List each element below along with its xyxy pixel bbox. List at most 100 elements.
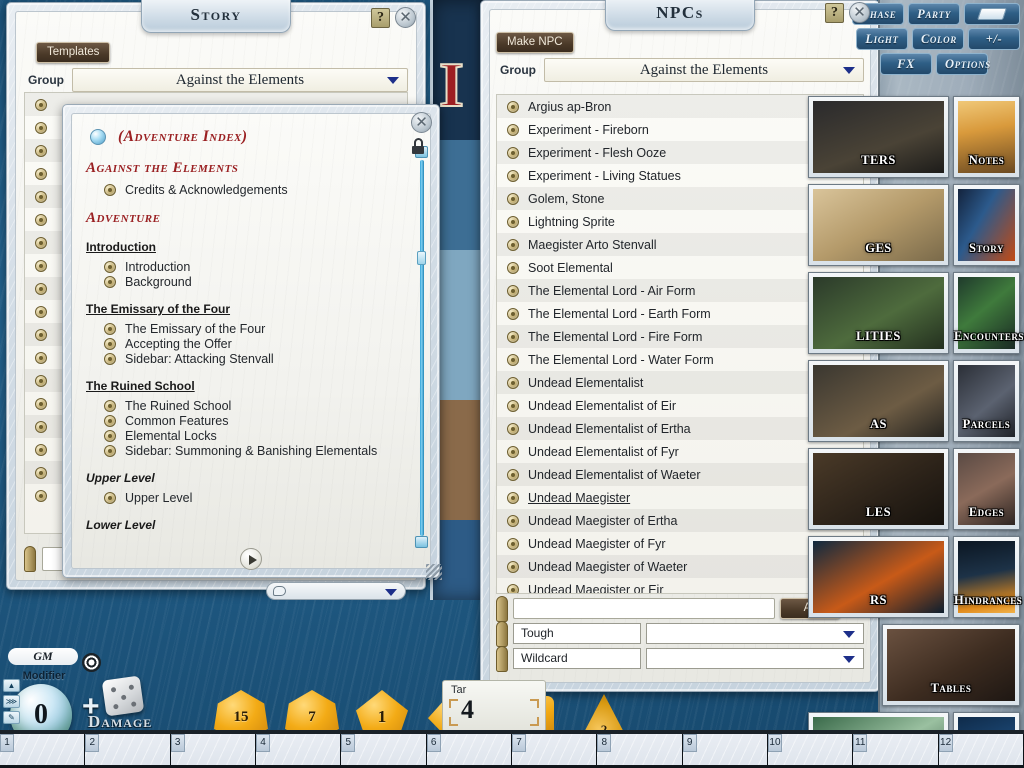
index-link-item[interactable]: The Emissary of the Four bbox=[104, 322, 406, 336]
index-link-item[interactable]: Sidebar: Attacking Stenvall bbox=[104, 352, 406, 366]
sidebar-tile-notes[interactable]: Notes bbox=[953, 96, 1020, 178]
sidebar-tile-encounters[interactable]: Encounters bbox=[953, 272, 1023, 354]
sidebar-button-options[interactable]: Options bbox=[936, 53, 990, 75]
sidebar-button-party[interactable]: Party bbox=[908, 3, 960, 25]
index-close-button[interactable]: ✕ bbox=[411, 112, 432, 133]
npc-name-label: Undead Maegister bbox=[528, 490, 631, 505]
story-help-button[interactable]: ? bbox=[371, 8, 390, 28]
chevron-down-icon[interactable] bbox=[843, 67, 855, 74]
hotbar-slot[interactable]: 4 bbox=[255, 734, 342, 765]
link-icon[interactable]: ⋙ bbox=[3, 695, 20, 708]
scroll-thumb[interactable] bbox=[417, 250, 426, 265]
index-link-label: Sidebar: Summoning & Banishing Elemental… bbox=[125, 444, 378, 458]
hotbar-slot[interactable]: 1 bbox=[0, 734, 86, 765]
sidebar-tile-edges[interactable]: Edges bbox=[953, 448, 1020, 530]
hotbar-slot[interactable]: 6 bbox=[426, 734, 512, 765]
sidebar-tile-characters[interactable]: TERS bbox=[808, 96, 949, 178]
index-link-item[interactable]: Background bbox=[104, 275, 406, 289]
tile-label: RS bbox=[870, 593, 887, 607]
bullet-coin-icon bbox=[35, 351, 47, 364]
index-link-item[interactable]: The Ruined School bbox=[104, 399, 406, 413]
sidebar-tile-areas[interactable]: AS bbox=[808, 360, 949, 442]
npc-filter-value-select[interactable] bbox=[646, 623, 864, 644]
npc-group-bar[interactable]: Group Against the Elements bbox=[496, 58, 864, 82]
lock-icon[interactable] bbox=[412, 138, 424, 154]
hotbar-slot[interactable]: 8 bbox=[597, 734, 683, 765]
bracket-bl bbox=[449, 717, 458, 726]
hotbar-slot[interactable]: 7 bbox=[511, 734, 598, 765]
sidebar-button--[interactable]: +/- bbox=[968, 28, 1020, 50]
hotbar-slot[interactable]: 3 bbox=[170, 734, 256, 765]
note-icon[interactable]: ✎ bbox=[3, 711, 20, 724]
npc-name-label: Undead Elementalist of Eir bbox=[528, 398, 676, 413]
npc-filter-value-select[interactable] bbox=[646, 648, 864, 669]
bullet-coin-icon bbox=[507, 261, 519, 274]
npc-filter-name[interactable]: Wildcard bbox=[513, 648, 641, 669]
chevron-down-icon[interactable] bbox=[385, 589, 397, 596]
chevron-down-icon[interactable] bbox=[843, 655, 855, 663]
bullet-coin-icon bbox=[507, 284, 519, 297]
chevron-down-icon[interactable] bbox=[387, 77, 399, 84]
bullet-coin-icon bbox=[507, 353, 519, 366]
npc-search-input[interactable] bbox=[513, 598, 775, 619]
sidebar-tile-tables[interactable]: Tables bbox=[882, 624, 1020, 706]
sidebar-tile-powers[interactable]: RS bbox=[808, 536, 949, 618]
scroll-cap-bottom[interactable] bbox=[415, 536, 428, 548]
make-npc-button[interactable]: Make NPC bbox=[496, 32, 574, 53]
index-link-item[interactable]: Common Features bbox=[104, 414, 406, 428]
white-die[interactable] bbox=[101, 675, 145, 717]
npc-close-button[interactable]: ✕ bbox=[849, 2, 870, 23]
story-close-button[interactable]: ✕ bbox=[395, 7, 416, 28]
bullet-coin-icon bbox=[507, 422, 519, 435]
sidebar-button-fx[interactable]: FX bbox=[880, 53, 932, 75]
sidebar-tile-abilities[interactable]: LITIES bbox=[808, 272, 949, 354]
hotbar-slot[interactable]: 10 bbox=[767, 734, 854, 765]
sidebar-tile-battles[interactable]: LES bbox=[808, 448, 949, 530]
story-group-value[interactable]: Against the Elements bbox=[72, 68, 408, 92]
templates-button[interactable]: Templates bbox=[36, 42, 111, 63]
sidebar-button-light[interactable]: Light bbox=[856, 28, 908, 50]
index-link-item[interactable]: Introduction bbox=[104, 260, 406, 274]
sidebar-tile-story[interactable]: Story bbox=[953, 184, 1020, 266]
npc-group-value[interactable]: Against the Elements bbox=[544, 58, 864, 82]
index-link-item[interactable]: Accepting the Offer bbox=[104, 337, 406, 351]
bullet-coin-icon bbox=[507, 330, 519, 343]
hotbar-slot[interactable]: 11 bbox=[853, 734, 939, 765]
index-link-item[interactable]: Elemental Locks bbox=[104, 429, 406, 443]
npc-name-label: The Elemental Lord - Fire Form bbox=[528, 329, 703, 344]
tile-label: GES bbox=[865, 241, 892, 255]
tile-label: LES bbox=[865, 505, 892, 519]
chevron-down-icon[interactable] bbox=[843, 630, 855, 638]
resize-grip[interactable] bbox=[426, 564, 442, 580]
bullet-coin-icon bbox=[35, 121, 47, 134]
index-link-item[interactable]: Sidebar: Summoning & Banishing Elemental… bbox=[104, 444, 406, 458]
effect-icon[interactable]: ▲ bbox=[3, 679, 20, 692]
tile-label: Edges bbox=[968, 505, 1005, 519]
bullet-coin-icon bbox=[35, 443, 47, 456]
npc-window-title: NPCs bbox=[605, 0, 755, 31]
sidebar-tile-hindrances[interactable]: Hindrances bbox=[953, 536, 1022, 618]
hotbar-slot[interactable]: 9 bbox=[682, 734, 768, 765]
index-scrollbar[interactable] bbox=[415, 146, 428, 548]
damage-die-stack[interactable]: + Damage bbox=[82, 662, 202, 740]
sidebar-button-modules[interactable] bbox=[964, 3, 1020, 25]
sidebar-tile-images[interactable]: GES bbox=[808, 184, 949, 266]
index-link-item[interactable]: Credits & Acknowledgements bbox=[104, 183, 406, 197]
hotbar-slot-number: 11 bbox=[853, 734, 868, 752]
sidebar-tile-parcels[interactable]: Parcels bbox=[953, 360, 1020, 442]
npc-help-button[interactable]: ? bbox=[825, 3, 844, 23]
next-page-button[interactable] bbox=[240, 548, 262, 570]
hotbar-slot[interactable]: 5 bbox=[341, 734, 427, 765]
story-group-bar[interactable]: Group Against the Elements bbox=[24, 68, 408, 92]
scroll-track[interactable] bbox=[420, 160, 424, 536]
npc-filter-name[interactable]: Tough bbox=[513, 623, 641, 644]
index-link-label: Sidebar: Attacking Stenvall bbox=[125, 352, 274, 366]
hotbar-slot[interactable]: 2 bbox=[85, 734, 171, 765]
adventure-index-window[interactable]: ✕ (Adventure Index) Against the Elements… bbox=[62, 104, 442, 580]
chat-input-bar[interactable] bbox=[266, 582, 406, 600]
sidebar-button-color[interactable]: Color bbox=[912, 28, 964, 50]
index-link-item[interactable]: Upper Level bbox=[104, 491, 406, 505]
target-panel[interactable]: Tar 4 bbox=[442, 680, 546, 732]
index-link-label: Introduction bbox=[125, 260, 191, 274]
hotbar-slot[interactable]: 12 bbox=[938, 734, 1024, 765]
